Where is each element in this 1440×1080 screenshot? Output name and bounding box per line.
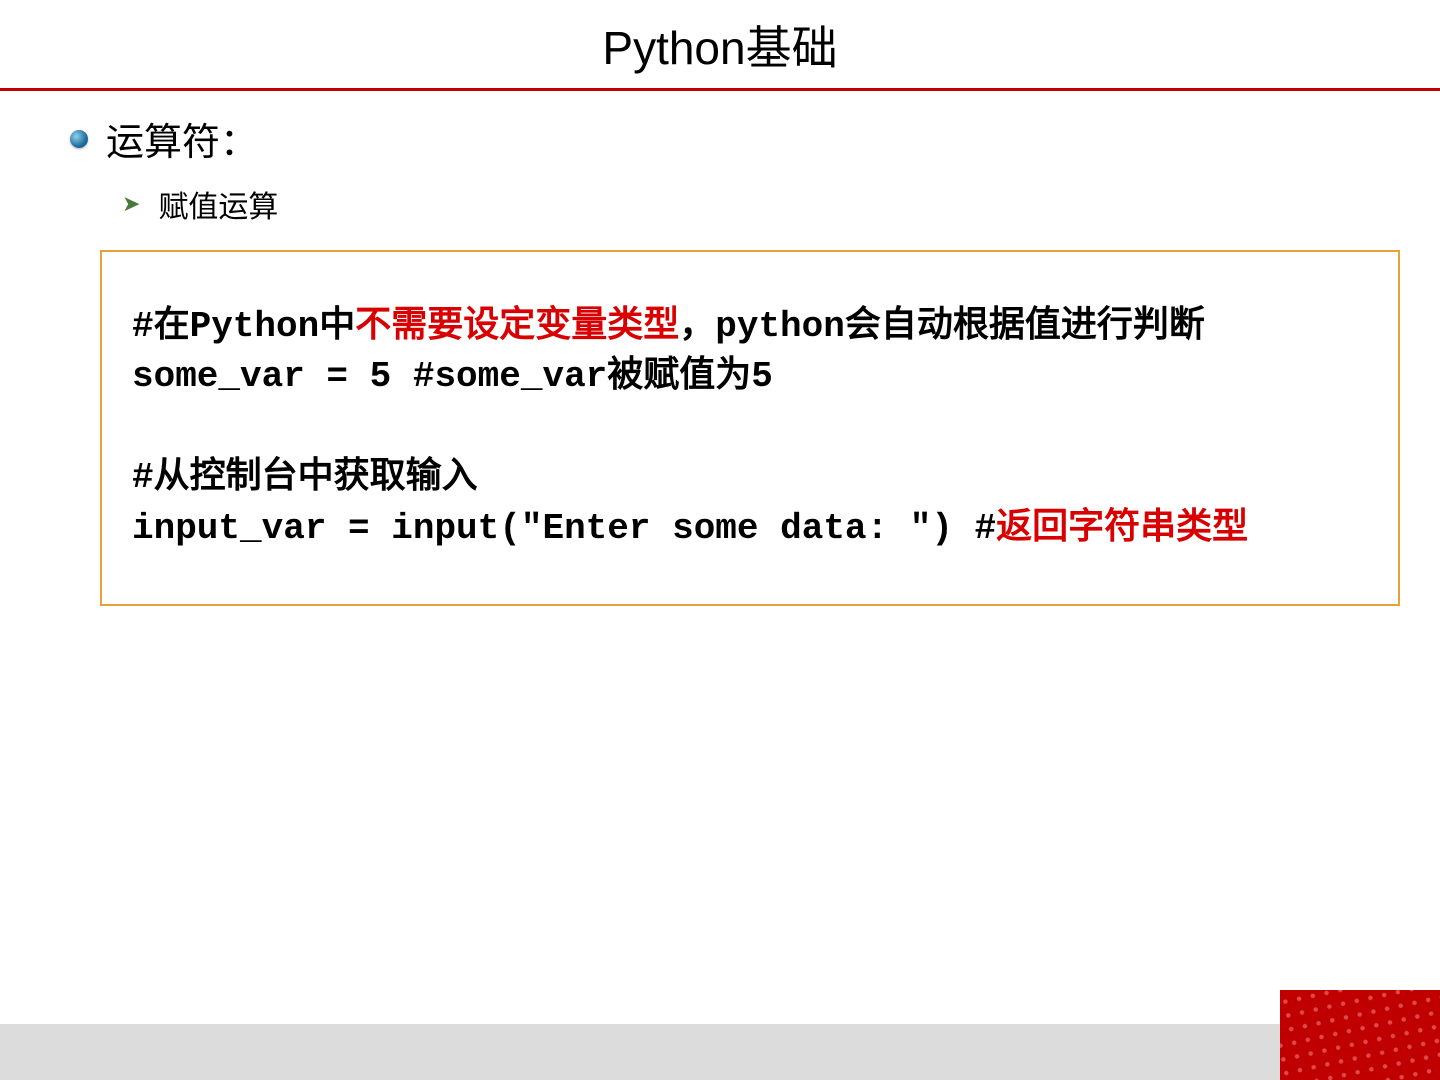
code-line-2: some_var = 5 #some_var被赋值为5 xyxy=(132,352,1368,402)
bullet-icon xyxy=(70,130,88,148)
code-line-3: #从控制台中获取输入 xyxy=(132,453,1368,503)
content-area: 运算符： ➤ 赋值运算 #在Python中不需要设定变量类型，python会自动… xyxy=(0,91,1440,606)
code-blank xyxy=(132,403,1368,453)
code-block: #在Python中不需要设定变量类型，python会自动根据值进行判断 some… xyxy=(100,250,1400,606)
code-line-4: input_var = input("Enter some data: ") #… xyxy=(132,504,1368,554)
arrow-icon: ➤ xyxy=(122,191,140,217)
bullet-text: 运算符： xyxy=(106,111,258,166)
sub-bullet-assignment: ➤ 赋值运算 xyxy=(122,182,1370,226)
code-line-1: #在Python中不需要设定变量类型，python会自动根据值进行判断 xyxy=(132,302,1368,352)
code-highlight-1: 不需要设定变量类型 xyxy=(355,306,679,347)
slide-title: Python基础 xyxy=(0,0,1440,88)
footer-bar xyxy=(0,1024,1440,1080)
bullet-operators: 运算符： xyxy=(70,111,1370,166)
code-highlight-2: 返回字符串类型 xyxy=(996,508,1248,549)
footer-decoration xyxy=(1280,990,1440,1080)
sub-bullet-text: 赋值运算 xyxy=(158,182,278,226)
